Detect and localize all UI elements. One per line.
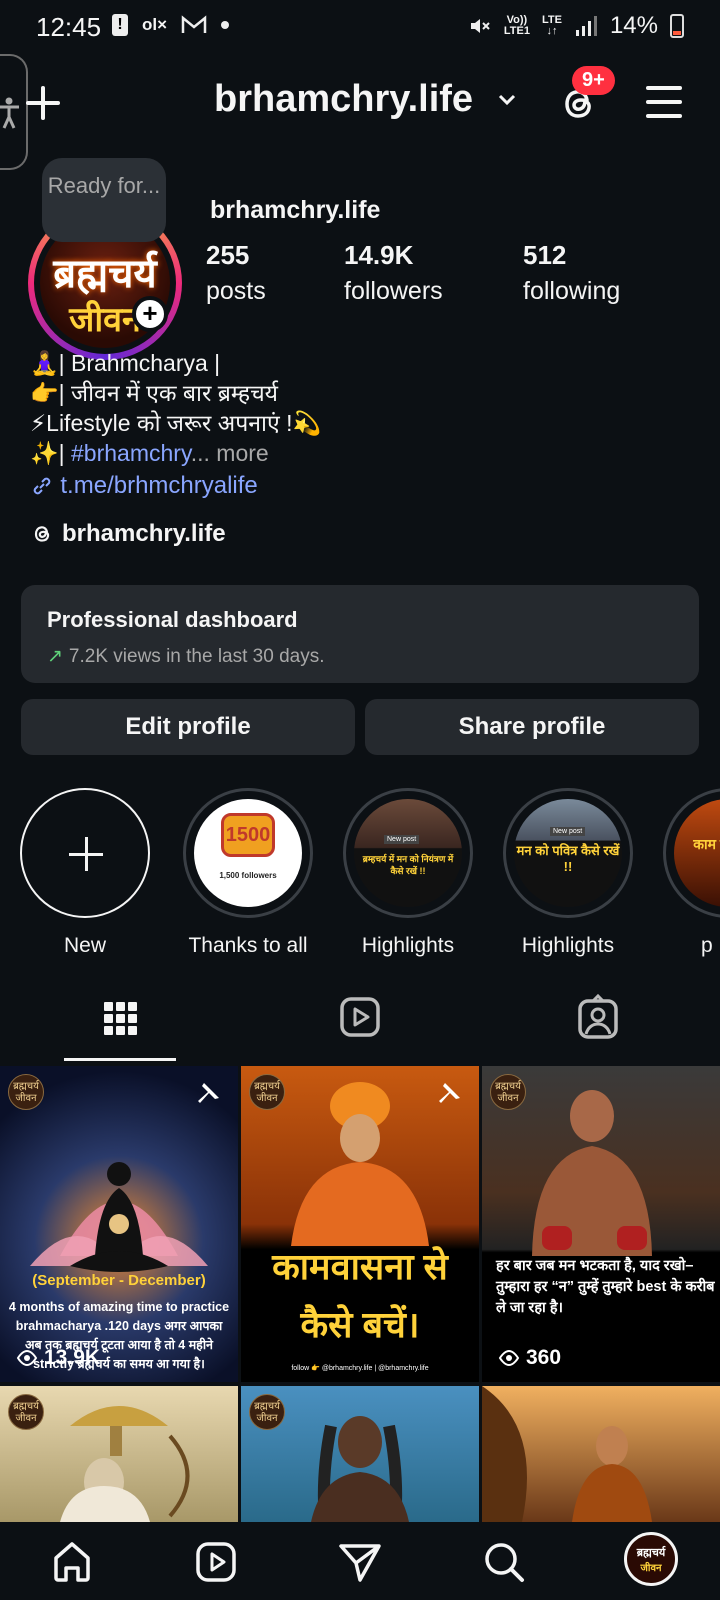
highlight-item[interactable]: New post मन को पवित्र कैसे रखें !! Highl… — [503, 788, 633, 958]
notification-icons: ! ol× — [112, 14, 230, 36]
lte-indicator: LTE ↓↑ — [541, 14, 562, 37]
highlight-thumbnail: 1500 1,500 followers — [194, 799, 302, 907]
search-icon[interactable] — [480, 1538, 528, 1586]
grid-post[interactable]: ब्रह्मचर्य जीवन हर बार जब मन भटकता है, य… — [482, 1066, 720, 1382]
grid-post[interactable] — [482, 1386, 720, 1522]
battery-icon — [670, 14, 684, 38]
view-count: 13.9K — [16, 1346, 100, 1370]
threads-icon — [34, 526, 50, 542]
share-profile-button[interactable]: Share profile — [365, 699, 699, 755]
create-button[interactable] — [22, 82, 64, 124]
profile-bio: 🧘‍♀️| Brahmcharya | 👉| जीवन में एक बार ब… — [30, 348, 690, 501]
home-icon[interactable] — [48, 1538, 96, 1586]
post-logo: ब्रह्मचर्य जीवन — [8, 1074, 44, 1110]
active-tab-indicator — [64, 1058, 176, 1061]
post-illustration — [482, 1386, 652, 1522]
notification-badge: 9+ — [572, 66, 615, 95]
post-illustration — [291, 1082, 429, 1246]
highlight-item[interactable]: 1500 1,500 followers Thanks to all — [183, 788, 313, 958]
following-count[interactable]: 512 following — [523, 240, 620, 306]
mute-icon — [470, 19, 490, 33]
followers-count[interactable]: 14.9K followers — [344, 240, 443, 306]
view-count: 360 — [498, 1346, 561, 1370]
link-icon — [33, 477, 51, 495]
ready-tooltip: Ready for... — [42, 158, 166, 242]
tab-reels[interactable] — [328, 990, 392, 1046]
grid-icon — [104, 1002, 137, 1035]
hashtag-link[interactable]: #brhamchry — [71, 440, 191, 466]
status-time: 12:45 — [36, 12, 102, 42]
highlight-thumbnail: काम कै — [674, 799, 720, 907]
account-switcher-title[interactable]: brhamchry.life — [214, 78, 473, 121]
highlight-item[interactable]: New post ब्रम्हचर्य में मन को नियंत्रण म… — [343, 788, 473, 958]
bio-link[interactable]: t.me/brhmchryalife — [30, 470, 690, 501]
tab-posts-grid[interactable] — [88, 990, 152, 1046]
bottom-nav: ब्रह्मचर्य जीवन — [0, 1522, 720, 1600]
trend-up-icon: ↗ — [47, 646, 63, 667]
highlight-item[interactable]: काम कै p — [663, 788, 720, 958]
posts-count[interactable]: 255 posts — [206, 240, 266, 306]
tagged-user-icon — [578, 993, 618, 1039]
alert-icon: ! — [112, 14, 128, 36]
highlight-thumbnail: New post ब्रम्हचर्य में मन को नियंत्रण म… — [354, 799, 462, 907]
post-illustration — [532, 1090, 652, 1256]
post-illustration — [311, 1416, 409, 1522]
tab-tagged[interactable] — [566, 990, 630, 1046]
highlight-thumbnail: New post मन को पवित्र कैसे रखें !! — [514, 799, 622, 907]
dot-icon — [221, 21, 230, 29]
status-bar: 12:45 ! ol× Vo)) LTE1 LTE ↓↑ 14% — [0, 0, 720, 56]
pin-icon — [198, 1083, 219, 1103]
plus-icon — [20, 788, 150, 918]
threads-profile-link[interactable]: brhamchry.life — [30, 520, 226, 548]
reels-icon — [340, 997, 380, 1037]
grid-post[interactable]: ब्रह्मचर्य जीवन कामवासना से कैसे बचें। f… — [241, 1066, 479, 1382]
highlight-new[interactable]: New — [20, 788, 150, 958]
edit-profile-button[interactable]: Edit profile — [21, 699, 355, 755]
menu-icon[interactable] — [646, 84, 682, 120]
chevron-down-icon[interactable] — [496, 88, 518, 110]
eye-icon — [498, 1349, 520, 1367]
display-name: brhamchry.life — [210, 196, 381, 224]
profile-header: brhamchry.life 9+ — [0, 60, 720, 144]
signal-icon — [575, 16, 597, 36]
add-story-button[interactable]: + — [132, 296, 168, 332]
professional-dashboard[interactable]: Professional dashboard ↗ 7.2K views in th… — [21, 585, 699, 683]
grid-post[interactable]: ब्रह्मचर्य जीवन — [0, 1386, 238, 1522]
grid-post[interactable]: ब्रह्मचर्य जीवन (September - December) 4… — [0, 1066, 238, 1382]
bio-more-button[interactable]: more — [210, 440, 268, 466]
system-icons: Vo)) LTE1 LTE ↓↑ 14% — [468, 12, 684, 40]
battery-percent: 14% — [609, 12, 658, 39]
grid-post[interactable]: ब्रह्मचर्य जीवन — [241, 1386, 479, 1522]
post-illustration — [60, 1406, 190, 1522]
volte-indicator: Vo)) LTE1 — [503, 14, 530, 37]
eye-icon — [16, 1349, 38, 1367]
send-icon[interactable] — [336, 1538, 384, 1586]
gmail-icon — [181, 15, 207, 33]
reels-icon[interactable] — [192, 1538, 240, 1586]
olx-icon: ol× — [142, 15, 168, 34]
profile-tab-avatar[interactable]: ब्रह्मचर्य जीवन — [624, 1532, 678, 1586]
